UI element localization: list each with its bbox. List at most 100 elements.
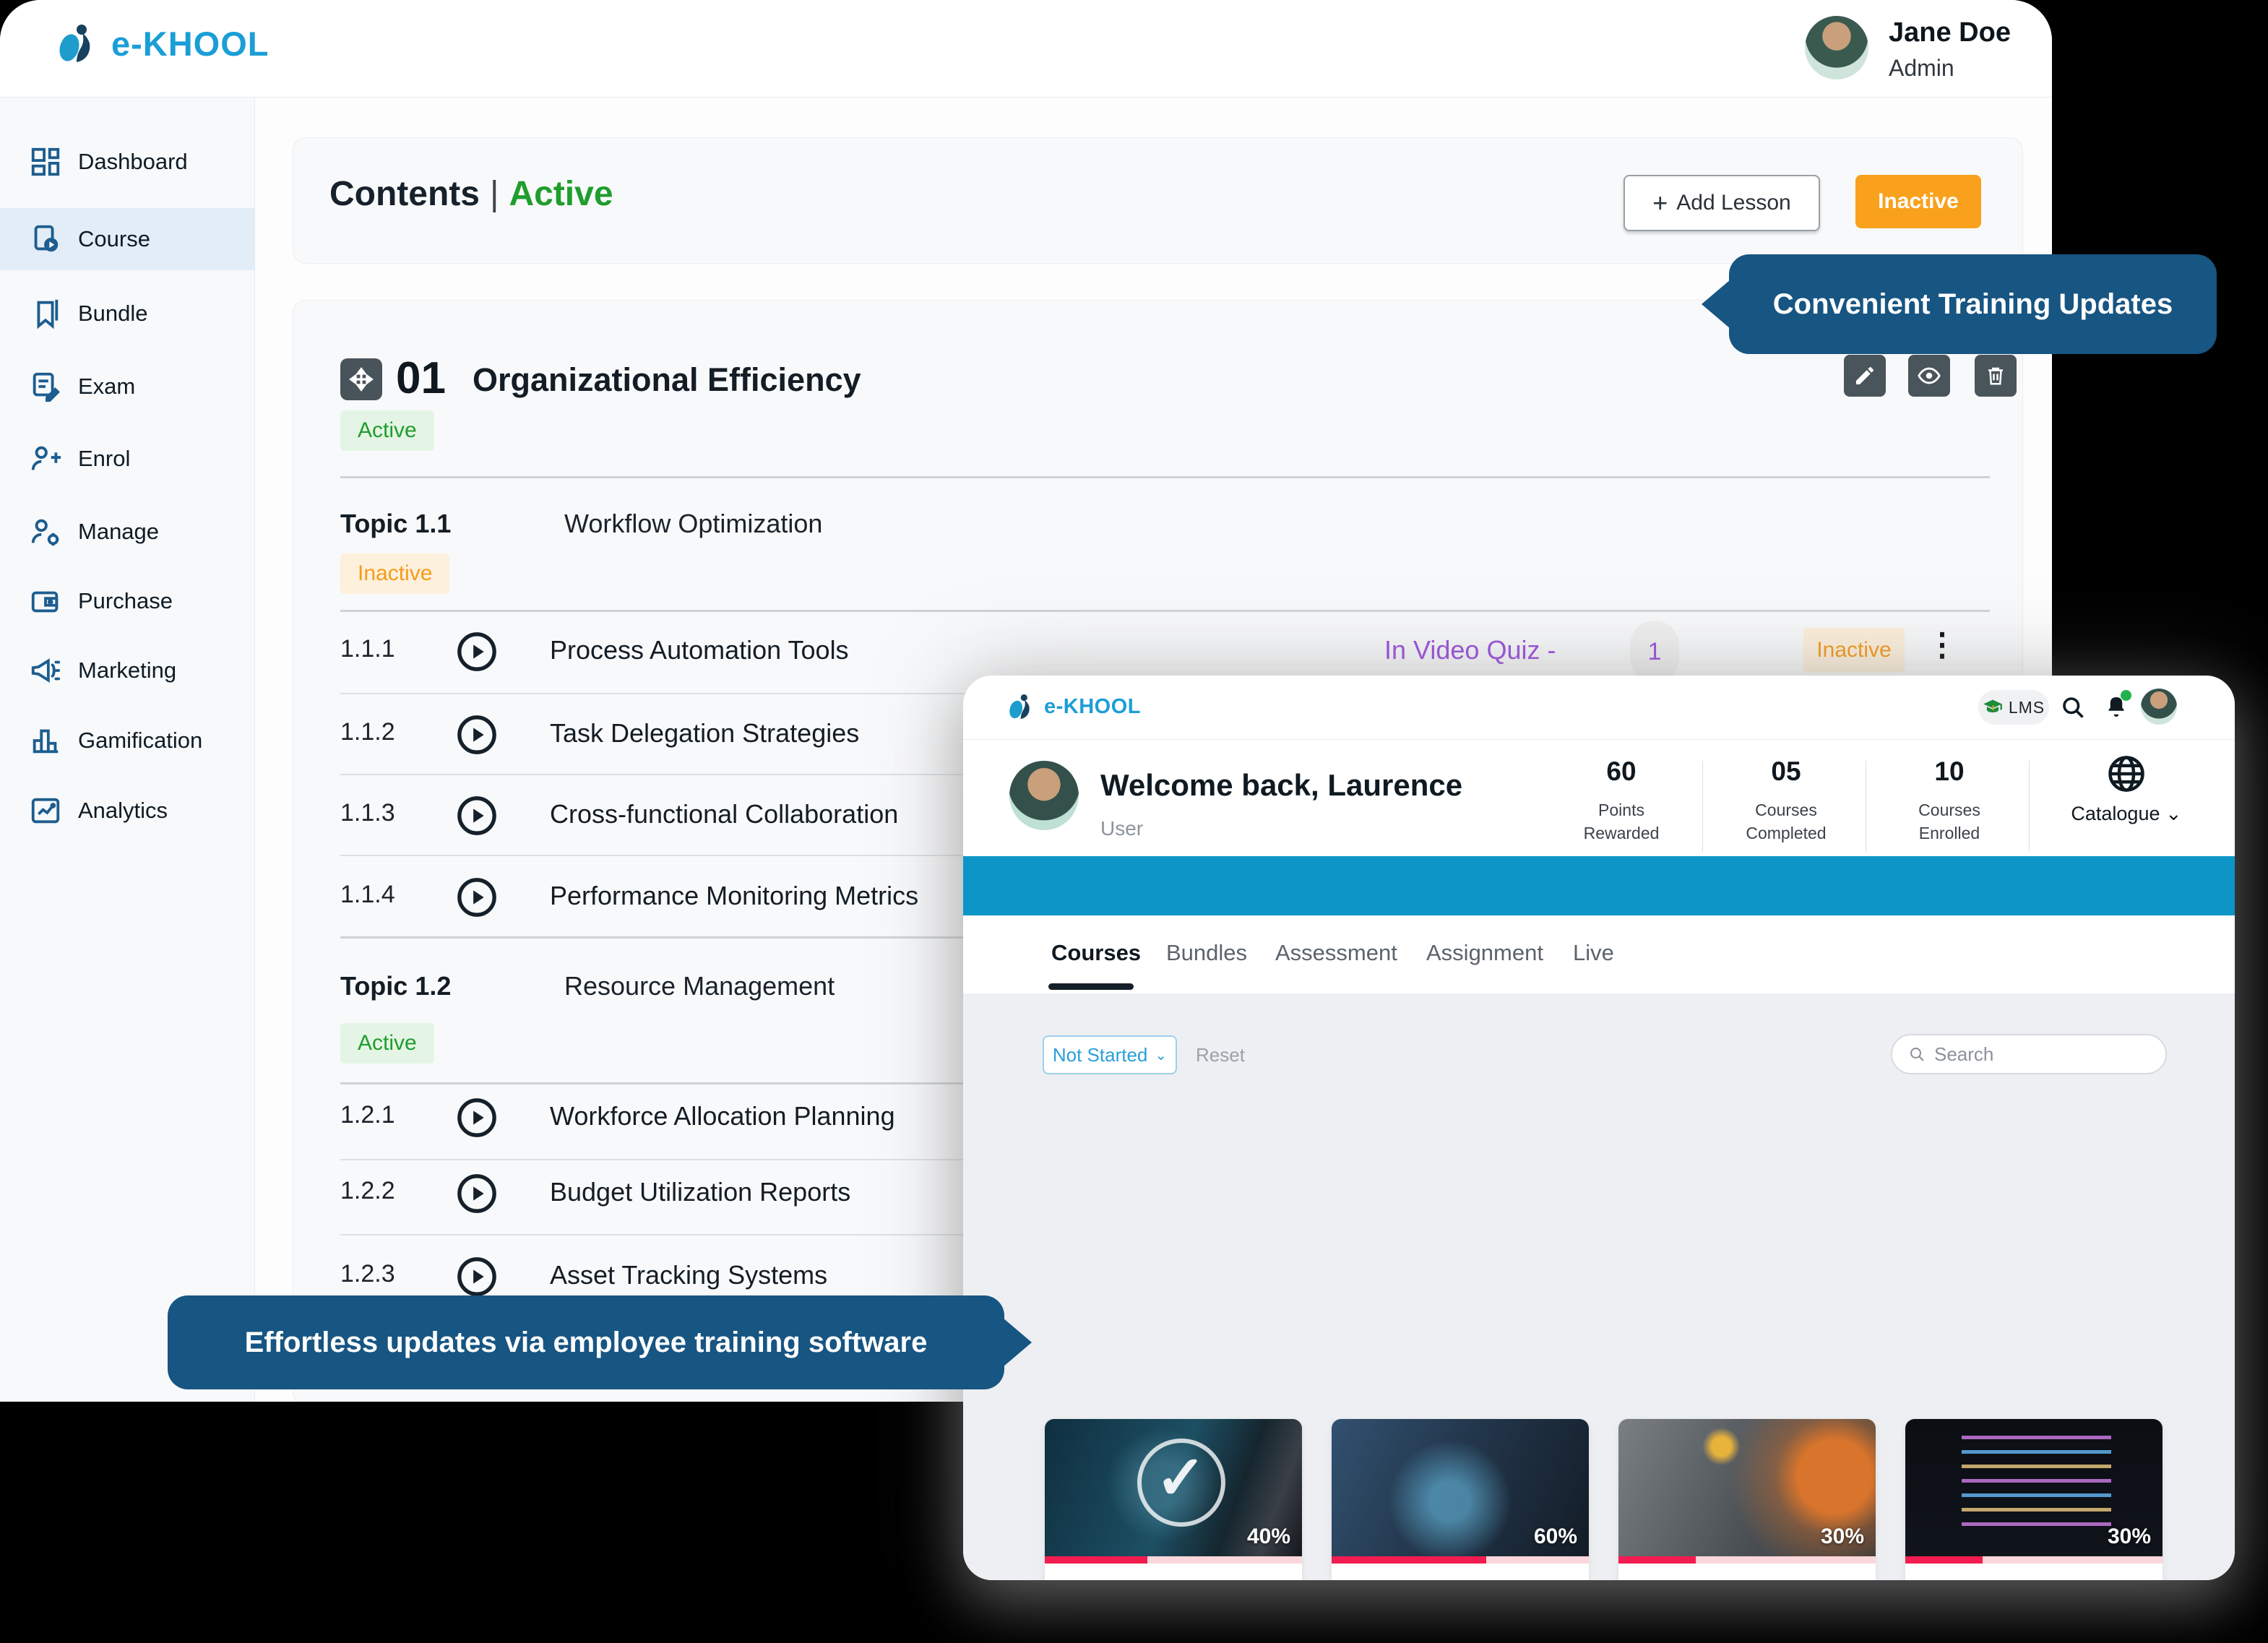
reset-filter-button[interactable]: Reset bbox=[1196, 1044, 1245, 1066]
course-card[interactable]: 30% Advanced Industrial Process Optimiza… bbox=[1618, 1418, 1876, 1580]
sidebar-item-purchase[interactable]: Purchase bbox=[0, 570, 254, 632]
avatar[interactable] bbox=[1805, 16, 1868, 79]
play-icon[interactable] bbox=[456, 1256, 498, 1298]
banner-strip bbox=[963, 856, 2235, 915]
user-role: Admin bbox=[1889, 55, 1954, 81]
progress-percent: 30% bbox=[2107, 1525, 2151, 1548]
sidebar-item-course[interactable]: Course bbox=[0, 208, 254, 270]
search-icon bbox=[1910, 1048, 1924, 1061]
sidebar-item-gamification[interactable]: Gamification bbox=[0, 710, 254, 772]
lesson-row[interactable]: 1.1.1 Process Automation Tools In Video … bbox=[293, 621, 2022, 683]
course-thumbnail: 30% bbox=[1618, 1419, 1876, 1556]
bundle-icon bbox=[37, 299, 59, 329]
purchase-icon bbox=[31, 591, 59, 613]
ekhool-logo-icon bbox=[1009, 694, 1030, 720]
view-button[interactable] bbox=[1908, 355, 1950, 397]
ekhool-logo[interactable]: e-KHOOL bbox=[1006, 691, 1141, 722]
analytics-icon bbox=[31, 798, 60, 824]
learner-role: User bbox=[1100, 817, 1144, 840]
ekhool-logo[interactable]: e-KHOOL bbox=[55, 20, 270, 66]
course-card[interactable]: 40% Operational Excellence and Efficienc… bbox=[1044, 1418, 1303, 1580]
tab-courses[interactable]: Courses bbox=[1051, 940, 1141, 966]
course-title: Advanced Industrial Process Optimization bbox=[1633, 1575, 1861, 1580]
sidebar-label: Course bbox=[78, 226, 150, 251]
lesson-status-badge: Inactive bbox=[1803, 628, 1905, 673]
lesson-title: Process Automation Tools bbox=[550, 635, 849, 665]
play-icon[interactable] bbox=[456, 714, 498, 756]
lms-badge[interactable]: LMS bbox=[1978, 690, 2049, 725]
manage-icon bbox=[31, 519, 59, 546]
topic-status-badge: Active bbox=[340, 1023, 434, 1064]
sidebar-item-analytics[interactable]: Analytics bbox=[0, 780, 254, 842]
chapter-title: Organizational Efficiency bbox=[473, 361, 861, 398]
eye-icon bbox=[1918, 367, 1941, 384]
course-thumbnail: 40% bbox=[1045, 1419, 1302, 1556]
lesson-code: 1.1.2 bbox=[340, 718, 395, 746]
stat-label: Courses Completed bbox=[1746, 801, 1827, 842]
lesson-title: Task Delegation Strategies bbox=[550, 718, 860, 748]
divider bbox=[340, 610, 1990, 612]
progress-percent: 60% bbox=[1533, 1525, 1577, 1548]
stat-enrolled: 10 Courses Enrolled bbox=[1888, 756, 2011, 845]
course-card[interactable]: 30% Master Java: Build Scalable, High-Pe… bbox=[1905, 1418, 2163, 1580]
catalogue-button[interactable]: Catalogue ⌄ bbox=[2061, 752, 2191, 825]
dashboard-icon bbox=[31, 147, 60, 176]
search-input[interactable] bbox=[1933, 1042, 2138, 1066]
tab-bundles[interactable]: Bundles bbox=[1166, 940, 1247, 966]
quiz-count-badge[interactable]: 1 bbox=[1630, 621, 1679, 683]
course-thumbnail: 30% bbox=[1905, 1419, 2163, 1556]
sidebar-item-bundle[interactable]: Bundle bbox=[0, 283, 254, 345]
page-title: Contents | Active bbox=[329, 175, 613, 213]
sidebar-label: Marketing bbox=[78, 657, 177, 683]
tabs: Courses Bundles Assessment Assignment Li… bbox=[963, 915, 2235, 993]
topic-title: Workflow Optimization bbox=[564, 509, 823, 538]
sidebar-item-marketing[interactable]: Marketing bbox=[0, 639, 254, 702]
sidebar-item-dashboard[interactable]: Dashboard bbox=[0, 131, 254, 193]
edit-button[interactable] bbox=[1844, 355, 1886, 397]
admin-header: e-KHOOL Jane Doe Admin bbox=[0, 0, 2052, 98]
play-icon[interactable] bbox=[456, 1173, 498, 1215]
lesson-title: Workforce Allocation Planning bbox=[550, 1101, 895, 1131]
search-icon[interactable] bbox=[2060, 694, 2086, 720]
course-search[interactable] bbox=[1891, 1034, 2167, 1074]
learner-avatar bbox=[1009, 761, 1079, 830]
play-icon[interactable] bbox=[456, 795, 498, 837]
play-icon[interactable] bbox=[456, 876, 498, 918]
tab-assignment[interactable]: Assignment bbox=[1426, 940, 1543, 966]
chevron-down-icon: ⌄ bbox=[1155, 1047, 1168, 1064]
play-icon[interactable] bbox=[456, 631, 498, 673]
course-card[interactable]: 60% Innovative Manufacturing Process Sol… bbox=[1331, 1418, 1590, 1580]
trash-icon bbox=[1988, 367, 2003, 385]
sidebar-item-exam[interactable]: Exam bbox=[0, 355, 254, 418]
ekhool-logo-icon bbox=[59, 25, 90, 62]
sidebar-item-enrol[interactable]: Enrol bbox=[0, 428, 254, 490]
add-lesson-button[interactable]: + Add Lesson bbox=[1624, 175, 1820, 231]
sidebar-label: Dashboard bbox=[78, 149, 188, 174]
active-tab-indicator bbox=[1048, 983, 1134, 990]
learner-window: e-KHOOL LMS Welcome back, Laurence User … bbox=[963, 676, 2235, 1580]
avatar[interactable] bbox=[2141, 689, 2177, 725]
graduation-cap-icon bbox=[1983, 699, 2002, 712]
progress-bar bbox=[1045, 1556, 1302, 1564]
tab-live[interactable]: Live bbox=[1573, 940, 1614, 966]
sidebar-item-manage[interactable]: Manage bbox=[0, 501, 254, 563]
chevron-down-icon: ⌄ bbox=[2165, 803, 2182, 824]
play-icon[interactable] bbox=[456, 1097, 498, 1139]
pencil-icon bbox=[1856, 367, 1874, 384]
course-icon bbox=[34, 225, 59, 252]
lesson-code: 1.2.2 bbox=[340, 1177, 395, 1204]
lesson-title: Budget Utilization Reports bbox=[550, 1177, 851, 1207]
status-filter-dropdown[interactable]: Not Started ⌄ bbox=[1043, 1035, 1177, 1074]
lesson-title: Cross-functional Collaboration bbox=[550, 799, 899, 829]
kebab-menu-icon[interactable]: ⋮ bbox=[1926, 626, 1958, 663]
chapter-status-badge: Active bbox=[340, 410, 434, 451]
lesson-title: Asset Tracking Systems bbox=[550, 1260, 828, 1290]
drag-handle-icon[interactable] bbox=[340, 358, 382, 400]
callout-training-updates: Convenient Training Updates bbox=[1729, 254, 2217, 354]
delete-button[interactable] bbox=[1975, 355, 2017, 397]
topic-code: Topic 1.2 bbox=[340, 971, 452, 1001]
inactive-toggle-button[interactable]: Inactive bbox=[1855, 175, 1981, 228]
progress-bar bbox=[1618, 1556, 1876, 1564]
progress-percent: 30% bbox=[1820, 1525, 1864, 1548]
tab-assessment[interactable]: Assessment bbox=[1275, 940, 1397, 966]
